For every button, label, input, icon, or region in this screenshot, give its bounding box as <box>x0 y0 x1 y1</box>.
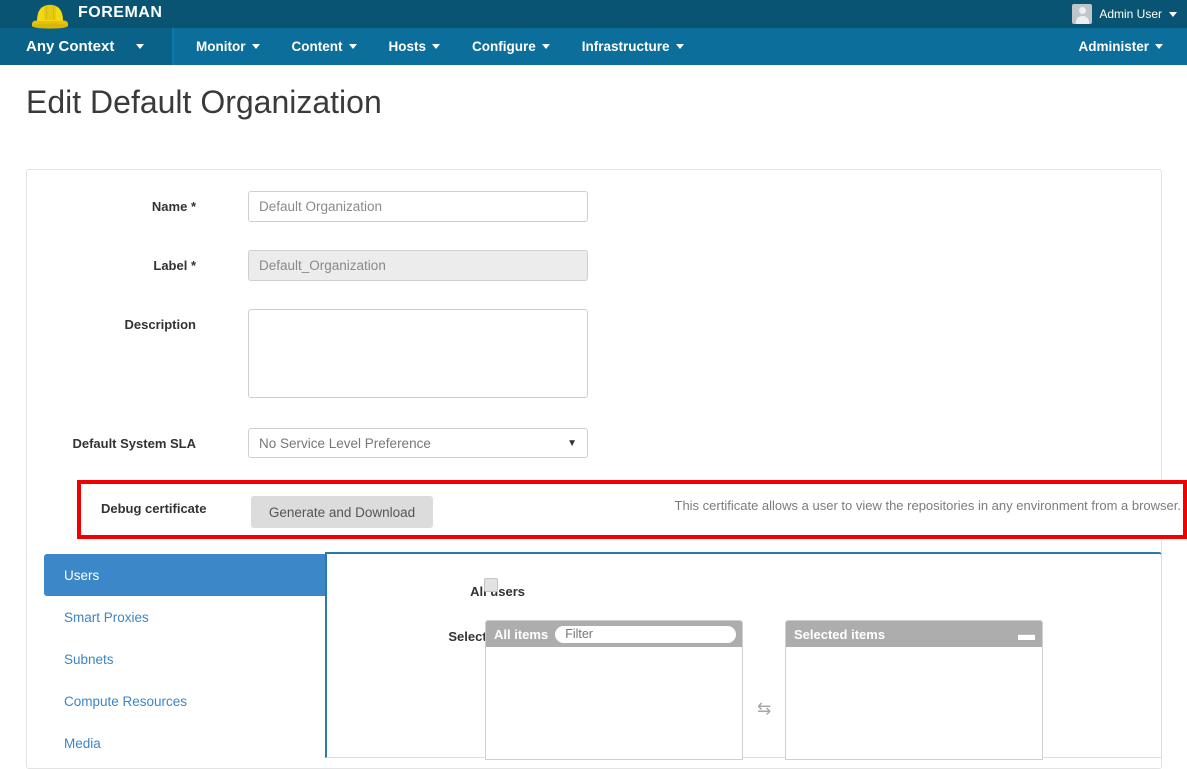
tab-users[interactable]: Users <box>44 554 330 596</box>
all-items-header: All items + <box>486 621 742 647</box>
nav-item-hosts[interactable]: Hosts <box>373 28 457 65</box>
all-users-checkbox[interactable] <box>484 578 498 592</box>
nav-items: Monitor Content Hosts Configure Infrastr… <box>180 28 700 65</box>
caret-down-icon <box>348 44 357 49</box>
caret-down-icon <box>541 44 550 49</box>
context-label: Any Context <box>26 38 115 55</box>
caret-down-icon <box>251 44 260 49</box>
tab-smart-proxies[interactable]: Smart Proxies <box>44 596 330 638</box>
all-users-label: All users <box>470 584 525 599</box>
sla-field-label: Default System SLA <box>72 436 196 451</box>
sla-select[interactable]: No Service Level Preference ▼ <box>248 428 588 458</box>
minus-icon[interactable]: ▬ <box>1018 626 1035 643</box>
nav-item-content[interactable]: Content <box>276 28 373 65</box>
nav-item-configure[interactable]: Configure <box>456 28 566 65</box>
nav-item-label: Configure <box>472 39 536 54</box>
selected-items-header: Selected items ▬ <box>786 621 1042 647</box>
select-arrow-icon: ▼ <box>567 437 577 449</box>
selected-items-title: Selected items <box>794 626 886 642</box>
nav-item-administer[interactable]: Administer <box>1062 28 1179 65</box>
tab-label: Subnets <box>64 651 114 667</box>
nav-items-right: Administer <box>1062 28 1179 65</box>
caret-down-icon <box>136 44 145 49</box>
name-field-label: Name * <box>151 199 196 214</box>
nav-item-label: Monitor <box>196 39 246 54</box>
user-avatar-icon <box>1072 4 1093 24</box>
caret-down-icon <box>432 44 441 49</box>
nav-item-infrastructure[interactable]: Infrastructure <box>566 28 700 65</box>
description-textarea[interactable] <box>248 309 588 398</box>
debug-certificate-help-text: This certificate allows a user to view t… <box>674 498 1182 513</box>
generate-and-download-button[interactable]: Generate and Download <box>251 496 433 528</box>
context-selector[interactable]: Any Context <box>0 28 172 65</box>
left-right-arrows-icon[interactable]: ⇆ <box>757 699 771 719</box>
tab-label: Compute Resources <box>64 693 188 709</box>
page-title: Edit Default Organization <box>26 84 382 120</box>
caret-down-icon <box>1155 44 1163 49</box>
tab-label: Media <box>64 735 101 751</box>
name-input[interactable] <box>248 191 588 222</box>
brand-name: FOREMAN <box>78 4 163 21</box>
nav-item-monitor[interactable]: Monitor <box>180 28 276 65</box>
caret-down-icon <box>1169 11 1177 17</box>
tabs-sidebar: Users Smart Proxies Subnets Compute Reso… <box>44 554 330 758</box>
hard-hat-icon <box>26 0 74 31</box>
caret-down-icon <box>675 44 684 49</box>
all-items-filter-input[interactable] <box>555 625 737 643</box>
selected-items-list[interactable] <box>786 647 1042 759</box>
tab-subnets[interactable]: Subnets <box>44 638 330 680</box>
top-bar: FOREMAN Admin User <box>0 0 1187 31</box>
nav-item-label: Content <box>291 39 343 54</box>
tab-label: Users <box>64 567 100 583</box>
nav-item-label: Administer <box>1078 39 1149 54</box>
description-field-label: Description <box>124 317 196 332</box>
all-items-title: All items <box>494 626 549 642</box>
tab-label: Smart Proxies <box>64 609 149 625</box>
all-items-list[interactable] <box>486 647 742 759</box>
nav-item-label: Hosts <box>388 39 427 54</box>
main-navbar: Any Context Monitor Content Hosts Config… <box>0 28 1187 65</box>
nav-divider <box>172 28 174 65</box>
tab-compute-resources[interactable]: Compute Resources <box>44 680 330 722</box>
all-items-box: All items + <box>485 620 743 760</box>
sla-selected-value: No Service Level Preference <box>259 435 431 451</box>
selected-items-box: Selected items ▬ <box>785 620 1043 760</box>
debug-certificate-label: Debug certificate <box>101 501 207 516</box>
user-menu-label: Admin User <box>1099 7 1162 21</box>
label-input[interactable] <box>248 250 588 281</box>
user-menu[interactable]: Admin User <box>1072 0 1177 28</box>
label-field-label: Label * <box>153 258 196 273</box>
nav-item-label: Infrastructure <box>581 39 670 54</box>
users-tab-panel: All users Select users All items + ⇆ Sel… <box>325 552 1162 760</box>
debug-certificate-highlight: Debug certificate Generate and Download … <box>77 480 1187 539</box>
